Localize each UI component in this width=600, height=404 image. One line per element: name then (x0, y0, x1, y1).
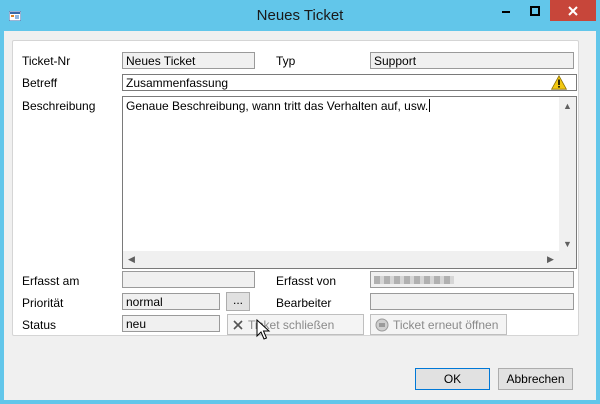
ticket-nr-field: Neues Ticket (122, 52, 255, 69)
scrollbar-corner (559, 251, 576, 268)
warning-icon (550, 74, 568, 93)
close-x-icon (233, 319, 243, 330)
scroll-down-icon[interactable]: ▼ (559, 235, 576, 252)
prioritaet-field: normal (122, 293, 220, 310)
prioritaet-browse-button[interactable]: ... (226, 292, 250, 311)
dialog-body: Ticket-Nr Neues Ticket Typ Support Betre… (4, 31, 596, 400)
beschreibung-text: Genaue Beschreibung, wann tritt das Verh… (126, 99, 431, 113)
cancel-button[interactable]: Abbrechen (498, 368, 573, 390)
status-field: neu (122, 315, 220, 332)
label-ticket-nr: Ticket-Nr (22, 54, 71, 68)
typ-field: Support (370, 52, 574, 69)
ok-button[interactable]: OK (415, 368, 490, 390)
label-erfasst-am: Erfasst am (22, 274, 80, 288)
label-prioritaet: Priorität (22, 296, 64, 310)
label-status: Status (22, 318, 57, 332)
reopen-icon (375, 318, 389, 331)
close-ticket-button[interactable]: Ticket schließen (227, 314, 364, 335)
label-typ: Typ (276, 54, 296, 68)
ticket-form-group: Ticket-Nr Neues Ticket Typ Support Betre… (12, 40, 579, 340)
label-erfasst-von: Erfasst von (276, 274, 337, 288)
erfasst-am-field (122, 271, 255, 288)
close-icon (568, 5, 578, 16)
scroll-right-icon[interactable]: ▶ (542, 251, 559, 268)
close-button[interactable] (550, 0, 596, 21)
redacted-user (374, 276, 454, 284)
betreff-input[interactable]: Zusammenfassung (122, 74, 577, 91)
maximize-icon (530, 5, 540, 16)
erfasst-von-field (370, 271, 574, 288)
mouse-cursor-icon (256, 318, 272, 344)
minimize-button[interactable] (492, 0, 520, 21)
scroll-left-icon[interactable]: ◀ (123, 251, 140, 268)
reopen-ticket-label: Ticket erneut öffnen (393, 317, 499, 332)
beschreibung-textarea[interactable]: Genaue Beschreibung, wann tritt das Verh… (122, 96, 577, 269)
text-caret (429, 99, 431, 112)
label-bearbeiter: Bearbeiter (276, 296, 332, 310)
maximize-button[interactable] (521, 0, 549, 21)
dialog-window: Neues Ticket Ticket-Nr Neues Ticket Typ … (0, 0, 600, 404)
scroll-up-icon[interactable]: ▲ (559, 97, 576, 114)
label-betreff: Betreff (22, 76, 58, 90)
bearbeiter-field (370, 293, 574, 310)
label-beschreibung: Beschreibung (22, 99, 96, 113)
reopen-ticket-button[interactable]: Ticket erneut öffnen (370, 314, 507, 335)
horizontal-scrollbar[interactable]: ◀ ▶ (123, 251, 559, 268)
title-bar[interactable]: Neues Ticket (0, 0, 600, 31)
minimize-icon (502, 10, 510, 13)
vertical-scrollbar[interactable]: ▲ ▼ (559, 97, 576, 252)
